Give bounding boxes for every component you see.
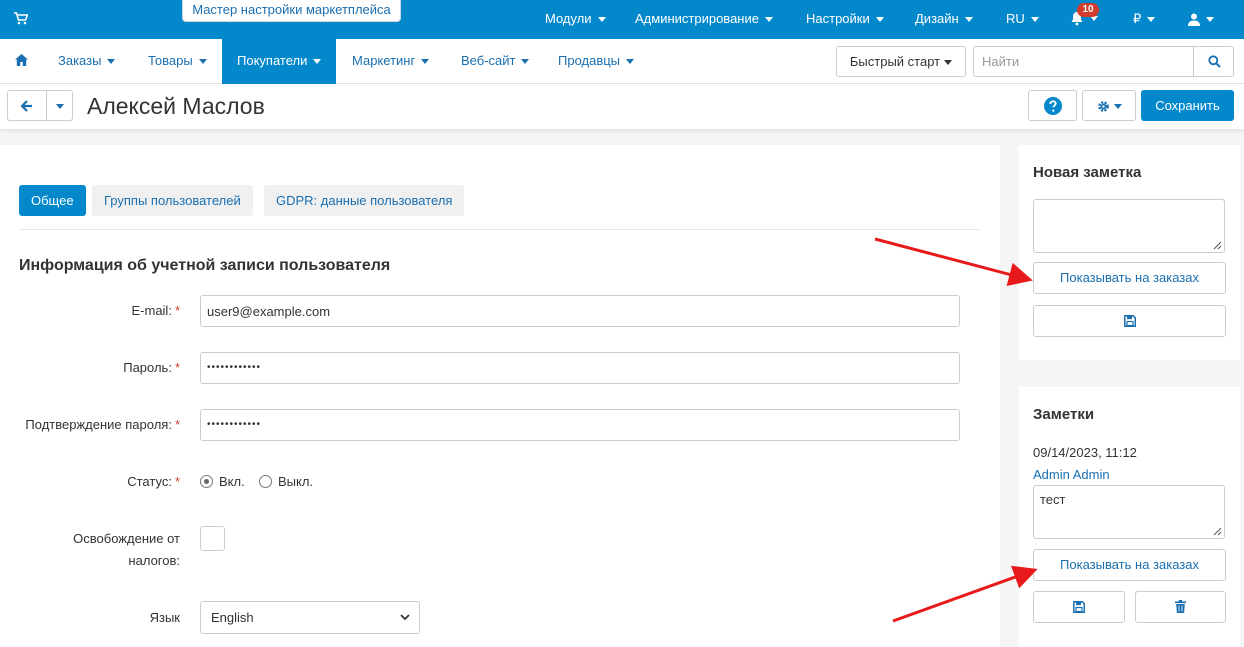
annotation-arrow-1 [874, 237, 1033, 287]
annotation-arrow-2 [892, 565, 1038, 623]
annotation-arrows [874, 237, 1038, 623]
